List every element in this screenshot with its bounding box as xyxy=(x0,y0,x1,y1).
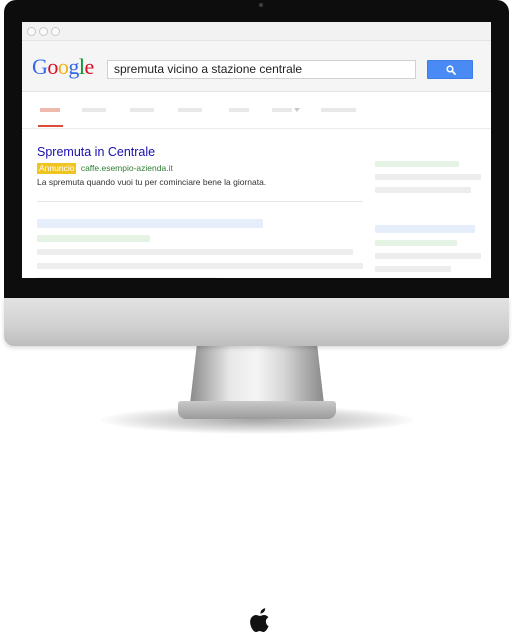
placeholder-result-title xyxy=(37,219,263,228)
monitor-stand-base xyxy=(178,401,336,419)
monitor-chin xyxy=(4,298,509,632)
placeholder-side-line xyxy=(375,240,457,246)
ad-url[interactable]: caffe.esempio-azienda.it xyxy=(81,163,173,173)
search-tabs xyxy=(22,92,491,129)
maximize-window-button[interactable] xyxy=(51,27,60,36)
monitor-stand xyxy=(190,346,324,404)
tab-tools[interactable] xyxy=(321,108,356,112)
minimize-window-button[interactable] xyxy=(39,27,48,36)
placeholder-result-text xyxy=(37,249,353,255)
search-header: Google spremuta vicino a stazione centra… xyxy=(22,41,491,92)
camera-icon xyxy=(259,3,263,7)
placeholder-side-title xyxy=(375,225,475,233)
search-button[interactable] xyxy=(427,60,473,79)
search-icon xyxy=(446,65,456,75)
ad-description: La spremuta quando vuoi tu per cominciar… xyxy=(37,177,267,187)
google-logo-letter: o xyxy=(47,54,58,79)
google-logo-letter: g xyxy=(68,54,79,79)
chevron-down-icon xyxy=(294,108,300,112)
placeholder-side-line xyxy=(375,266,451,272)
search-input[interactable]: spremuta vicino a stazione centrale xyxy=(107,60,416,79)
placeholder-side-line xyxy=(375,174,481,180)
tab-4[interactable] xyxy=(178,108,202,112)
ad-badge: Annuncio xyxy=(37,163,77,174)
placeholder-result-url xyxy=(37,235,150,242)
active-tab-indicator xyxy=(38,125,63,127)
tab-3[interactable] xyxy=(130,108,154,112)
placeholder-result-text xyxy=(37,277,217,278)
placeholder-side-line xyxy=(375,161,459,167)
browser-window: Google spremuta vicino a stazione centra… xyxy=(22,22,491,278)
google-logo-letter: G xyxy=(32,54,48,79)
placeholder-result-text xyxy=(37,263,363,269)
google-logo-letter: e xyxy=(84,54,95,79)
tab-5[interactable] xyxy=(229,108,249,112)
results-divider xyxy=(37,201,363,202)
placeholder-side-line xyxy=(375,253,481,259)
google-logo[interactable]: Google xyxy=(32,56,94,78)
placeholder-side-line xyxy=(375,187,471,193)
browser-title-bar xyxy=(22,22,491,41)
apple-logo-icon xyxy=(250,608,269,632)
ad-url-line: Annuncio caffe.esempio-azienda.it xyxy=(37,163,173,175)
google-logo-letter: o xyxy=(57,54,69,79)
tab-more[interactable] xyxy=(272,108,292,112)
ad-title-link[interactable]: Spremuta in Centrale xyxy=(37,145,155,159)
tab-2[interactable] xyxy=(82,108,106,112)
close-window-button[interactable] xyxy=(27,27,36,36)
tab-all[interactable] xyxy=(40,108,60,112)
